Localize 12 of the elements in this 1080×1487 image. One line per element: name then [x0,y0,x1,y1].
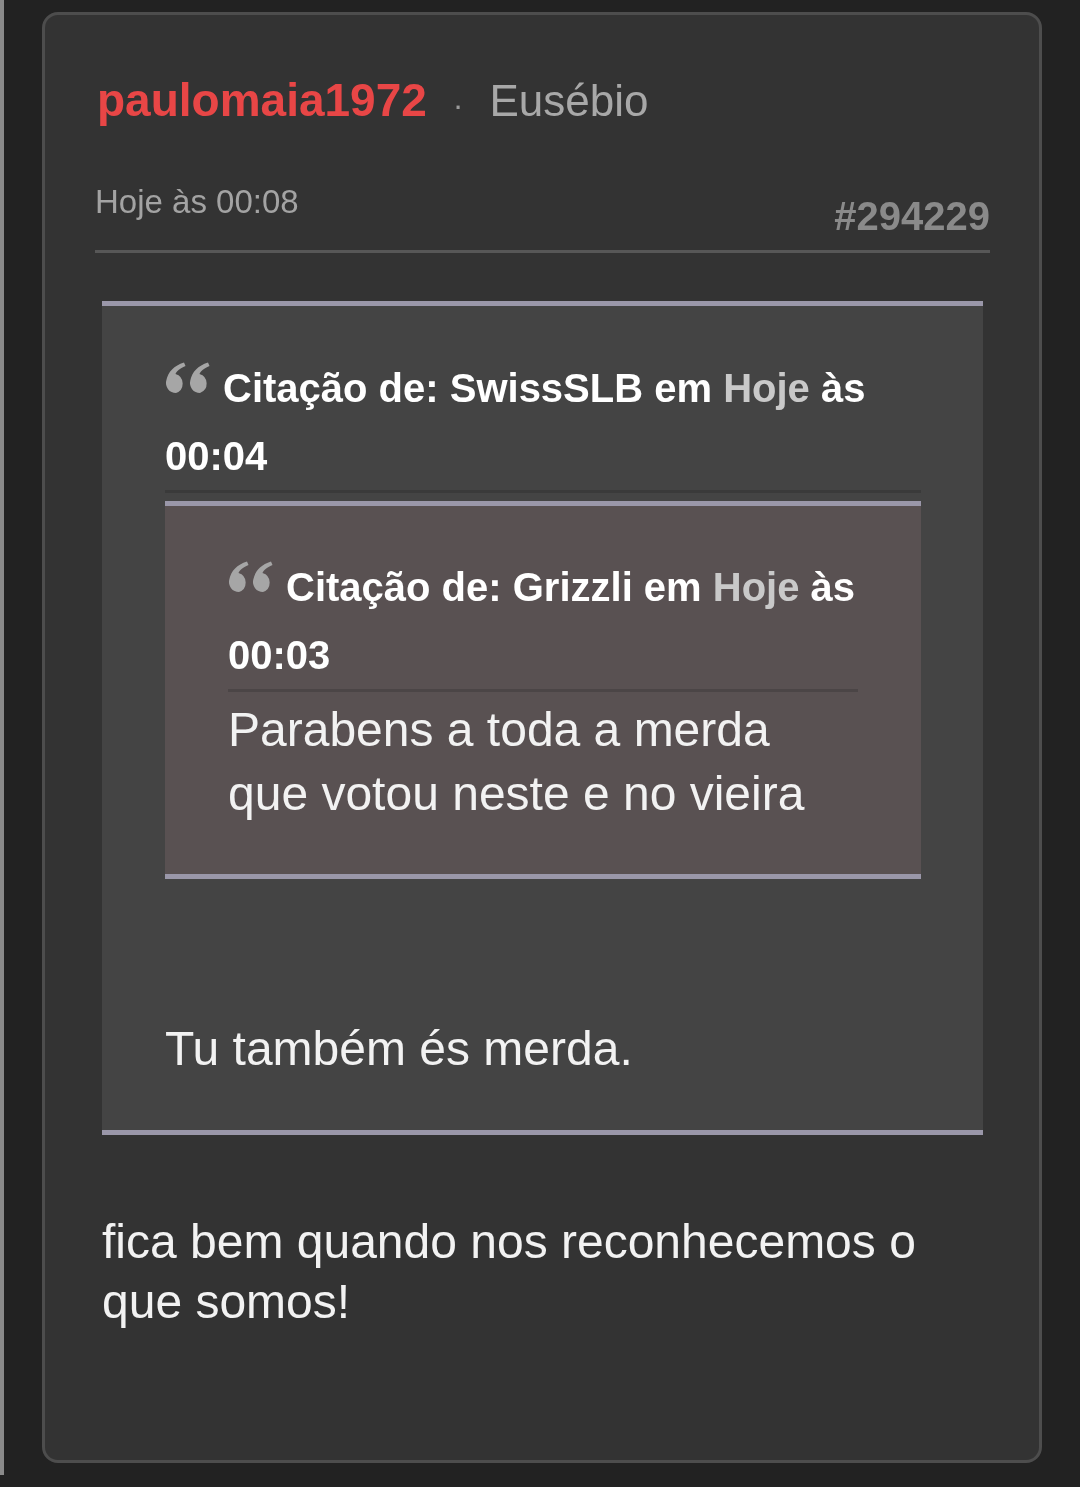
quote-icon [165,362,211,394]
separator: · [452,86,464,125]
quote-icon [228,561,274,593]
author-name[interactable]: paulomaia1972 [95,70,427,130]
date-link[interactable]: Hoje [723,366,810,410]
date-link[interactable]: Hoje [712,565,800,609]
post-text: fica bem quando nos reconhecemos o que somos! [102,1214,917,1330]
post-time: Hoje às 00:08 [95,182,299,222]
quote-text: Tu também és merda. [165,1021,634,1077]
quote-text: Parabens a toda a merda que votou neste e no vieira [228,702,806,822]
team-name: Eusébio [489,75,649,127]
post-number[interactable]: #294229 [834,194,990,238]
